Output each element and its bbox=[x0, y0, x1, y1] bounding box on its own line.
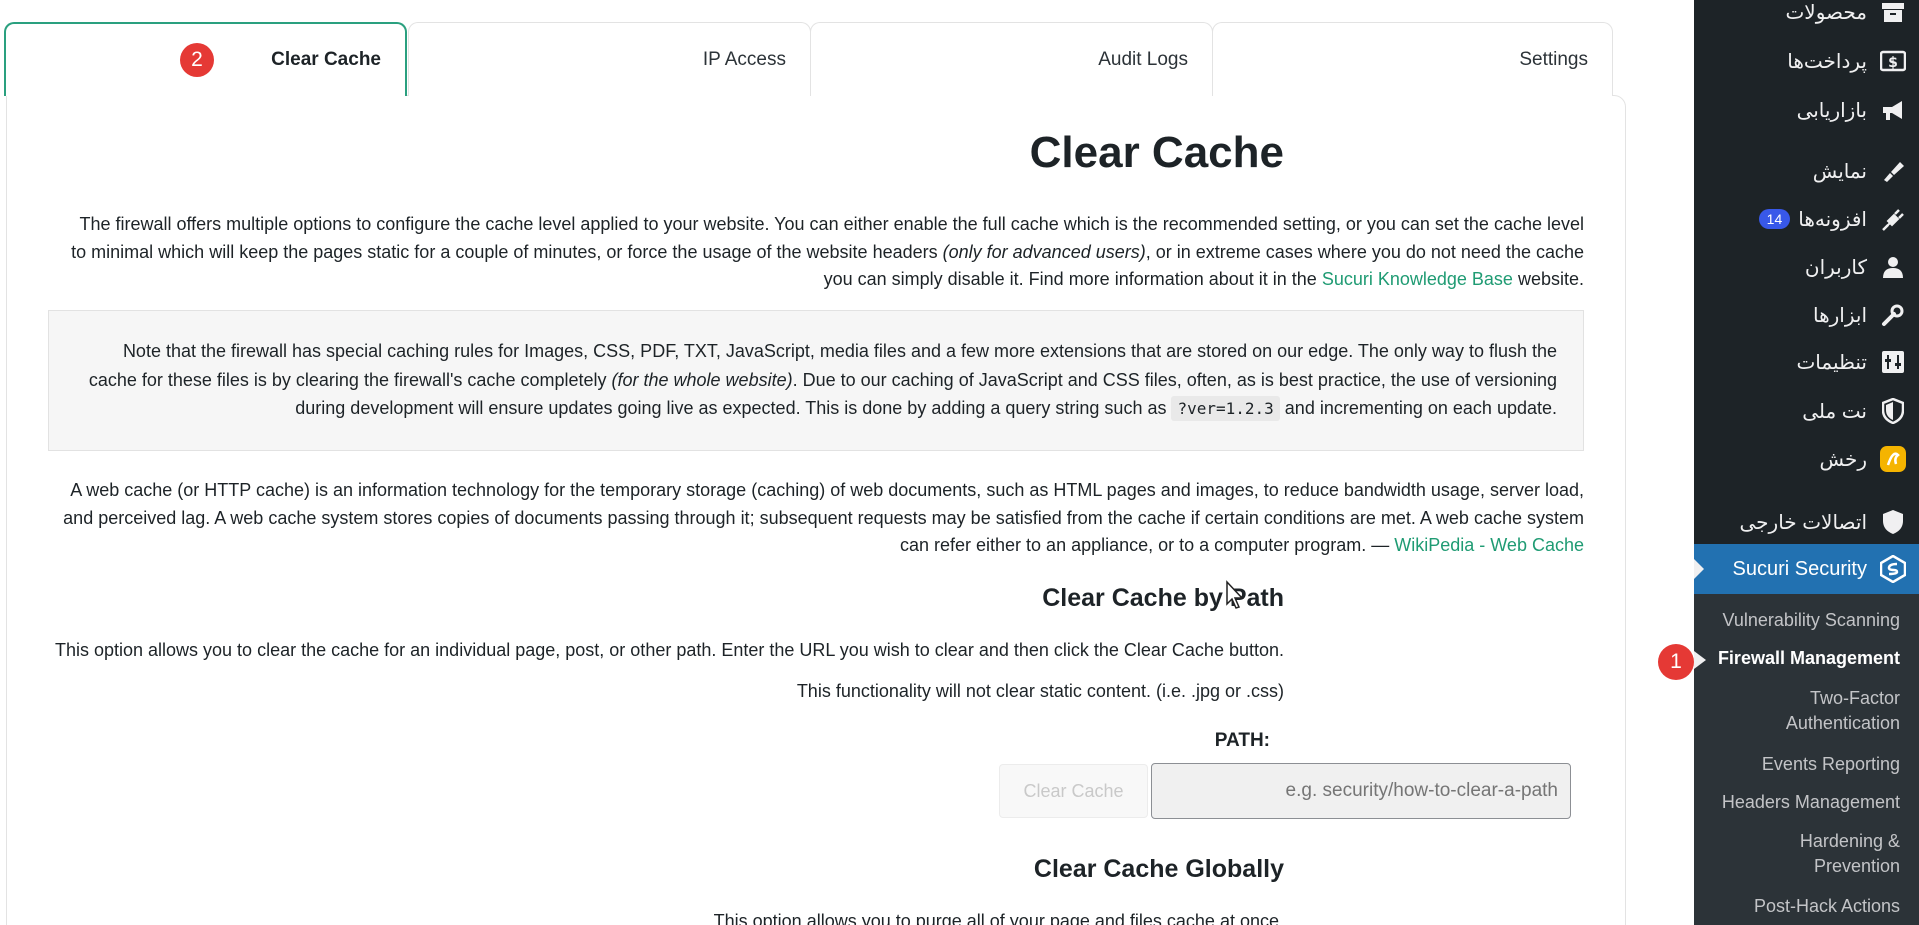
knowledge-base-link[interactable]: Sucuri Knowledge Base bbox=[1322, 269, 1513, 289]
submenu-events-reporting[interactable]: Events Reporting bbox=[1762, 752, 1900, 777]
tab-bar: 2 Clear Cache IP Access Audit Logs Setti… bbox=[4, 22, 1613, 96]
dollar-icon: $ bbox=[1879, 47, 1907, 75]
intro-paragraph: The firewall offers multiple options to … bbox=[60, 211, 1584, 294]
sidebar-item-label: کاربران bbox=[1804, 256, 1867, 279]
brush-icon bbox=[1879, 157, 1907, 185]
tab-settings[interactable]: Settings bbox=[1212, 22, 1613, 96]
rakhsh-icon bbox=[1879, 445, 1907, 473]
sidebar-item-marketing[interactable]: بازاریابی bbox=[1694, 90, 1919, 130]
clear-globally-description: This option allows you to purge all of y… bbox=[713, 911, 1284, 925]
note-text: Note that the firewall has special cachi… bbox=[75, 337, 1557, 424]
sidebar-item-sucuri-security[interactable]: Sucuri Security bbox=[1694, 544, 1919, 594]
submenu-hardening-prevention[interactable]: Hardening & Prevention bbox=[1770, 829, 1900, 879]
step-badge: 1 bbox=[1658, 644, 1694, 680]
sidebar-item-label: ابزارها bbox=[1812, 304, 1867, 327]
svg-text:$: $ bbox=[1888, 55, 1898, 71]
tab-label: Settings bbox=[1519, 48, 1588, 70]
submenu-vulnerability-scanning[interactable]: Vulnerability Scanning bbox=[1723, 608, 1900, 633]
sidebar-item-label: اتصالات خارجی bbox=[1739, 511, 1868, 534]
sidebar-item-users[interactable]: کاربران bbox=[1694, 247, 1919, 287]
sidebar-item-label: محصولات bbox=[1785, 1, 1867, 24]
tab-audit-logs[interactable]: Audit Logs bbox=[810, 22, 1213, 96]
query-string-code: ?ver=1.2.3 bbox=[1171, 396, 1280, 421]
clear-by-path-description: This option allows you to clear the cach… bbox=[54, 640, 1284, 660]
submenu-firewall-management[interactable]: Firewall Management bbox=[1718, 646, 1900, 671]
note-italic: (for the whole website) bbox=[611, 369, 793, 390]
intro-italic: (only for advanced users) bbox=[942, 241, 1146, 262]
sidebar-item-rakhsh[interactable]: رخش bbox=[1694, 439, 1919, 479]
step-badge: 2 bbox=[180, 43, 214, 77]
intro-text-3: website. bbox=[1512, 269, 1584, 289]
sidebar-item-net-melli[interactable]: نت ملی bbox=[1694, 391, 1919, 431]
submenu-current-arrow bbox=[1694, 651, 1706, 669]
sidebar-item-label: Sucuri Security bbox=[1732, 557, 1868, 580]
settings-icon bbox=[1879, 348, 1907, 376]
sidebar-item-plugins[interactable]: 14 افزونه‌ها bbox=[1694, 199, 1919, 239]
clear-by-path-title: Clear Cache by Path bbox=[1042, 584, 1284, 612]
sidebar-item-products[interactable]: محصولات bbox=[1694, 0, 1919, 32]
sidebar-item-label: نمایش bbox=[1812, 160, 1867, 183]
sidebar-item-label: پرداخت‌ها bbox=[1787, 50, 1867, 73]
sidebar-item-external-connections[interactable]: اتصالات خارجی bbox=[1694, 502, 1919, 542]
page-title: Clear Cache bbox=[1029, 128, 1284, 177]
path-input[interactable] bbox=[1151, 763, 1571, 819]
mouse-cursor-icon bbox=[1226, 580, 1244, 609]
sidebar-item-label: افزونه‌ها bbox=[1798, 208, 1867, 231]
tab-ip-access[interactable]: IP Access bbox=[408, 22, 811, 96]
definition-text: A web cache (or HTTP cache) is an inform… bbox=[63, 480, 1584, 555]
submenu-two-factor[interactable]: Two-Factor Authentication bbox=[1750, 686, 1900, 736]
sucuri-icon bbox=[1879, 555, 1907, 583]
main-content: 2 Clear Cache IP Access Audit Logs Setti… bbox=[0, 0, 1694, 925]
sidebar-item-label: تنظیمات bbox=[1796, 351, 1867, 374]
note-box: Note that the firewall has special cachi… bbox=[48, 310, 1584, 451]
archive-icon bbox=[1879, 0, 1907, 26]
shield-icon bbox=[1879, 508, 1907, 536]
plugin-icon bbox=[1879, 205, 1907, 233]
wrench-icon bbox=[1879, 301, 1907, 329]
wikipedia-link[interactable]: WikiPedia - Web Cache bbox=[1394, 535, 1584, 555]
sidebar-item-label: بازاریابی bbox=[1796, 99, 1867, 122]
sidebar-item-payments[interactable]: پرداخت‌ها $ bbox=[1694, 41, 1919, 81]
tab-label: Audit Logs bbox=[1098, 48, 1188, 70]
tab-label: IP Access bbox=[702, 48, 786, 70]
sidebar-item-label: نت ملی bbox=[1802, 400, 1867, 423]
sidebar-item-settings[interactable]: تنظیمات bbox=[1694, 342, 1919, 382]
clear-cache-path-button[interactable]: Clear Cache bbox=[999, 764, 1148, 818]
sidebar-item-tools[interactable]: ابزارها bbox=[1694, 295, 1919, 335]
sidebar-item-label: رخش bbox=[1819, 448, 1867, 471]
user-icon bbox=[1879, 253, 1907, 281]
sucuri-submenu: Vulnerability Scanning Firewall Manageme… bbox=[1694, 594, 1919, 925]
megaphone-icon bbox=[1879, 96, 1907, 124]
current-indicator bbox=[1694, 559, 1704, 579]
shield-icon bbox=[1879, 397, 1907, 425]
tab-label: Clear Cache bbox=[271, 49, 381, 70]
submenu-post-hack-actions[interactable]: Post-Hack Actions bbox=[1754, 894, 1900, 919]
admin-sidebar: محصولات پرداخت‌ها $ بازاریابی نمایش 14 ا… bbox=[1694, 0, 1919, 925]
tab-clear-cache[interactable]: 2 Clear Cache bbox=[4, 22, 407, 96]
submenu-headers-management[interactable]: Headers Management bbox=[1722, 790, 1900, 815]
clear-globally-title: Clear Cache Globally bbox=[1033, 855, 1284, 883]
plugin-update-badge: 14 bbox=[1758, 209, 1791, 229]
static-content-note: This functionality will not clear static… bbox=[796, 681, 1284, 701]
definition-paragraph: A web cache (or HTTP cache) is an inform… bbox=[60, 477, 1584, 560]
note-text-3: and incrementing on each update. bbox=[1279, 398, 1557, 418]
path-label: PATH: bbox=[1214, 730, 1270, 751]
sidebar-item-appearance[interactable]: نمایش bbox=[1694, 151, 1919, 191]
